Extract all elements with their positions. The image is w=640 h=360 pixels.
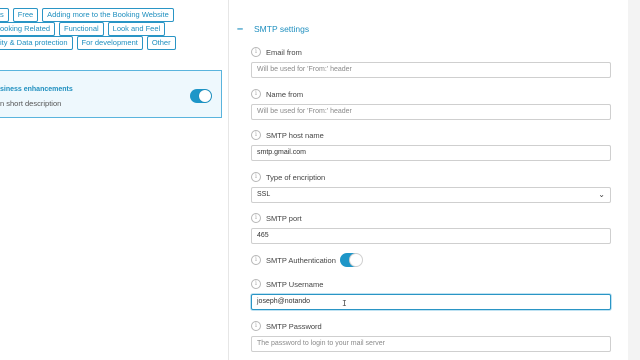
section-title: SMTP settings: [254, 24, 310, 34]
email-from-input[interactable]: Will be used for 'From:' header: [251, 62, 611, 78]
smtp-settings-panel: – SMTP settings i Email from Will be use…: [228, 0, 628, 360]
tag-functional[interactable]: Functional: [59, 22, 104, 36]
field-label: Type of encription: [266, 172, 326, 182]
field-label: SMTP Username: [266, 279, 324, 289]
smtp-port-input[interactable]: 465: [251, 228, 611, 244]
tag-adding-more[interactable]: Adding more to the Booking Website: [42, 8, 174, 22]
input-value: joseph@notando: [257, 298, 311, 305]
field-encryption: i Type of encription SSL ⌄: [251, 171, 611, 203]
info-icon[interactable]: i: [251, 172, 261, 182]
field-email-from: i Email from Will be used for 'From:' he…: [251, 46, 611, 78]
field-label: SMTP host name: [266, 130, 324, 140]
field-smtp-username: i SMTP Username joseph@notando I: [251, 278, 611, 310]
tag-look-and-feel[interactable]: Look and Feel: [107, 22, 166, 36]
field-label: Email from: [266, 47, 302, 57]
field-label: Name from: [266, 89, 304, 99]
info-icon[interactable]: i: [251, 321, 261, 331]
field-smtp-auth: i SMTP Authentication: [251, 253, 611, 267]
field-smtp-port: i SMTP port 465: [251, 212, 611, 244]
field-smtp-host: i SMTP host name smtp.gmail.com: [251, 129, 611, 161]
encryption-select[interactable]: SSL ⌄: [251, 187, 611, 203]
info-icon[interactable]: i: [251, 255, 261, 265]
info-icon[interactable]: i: [251, 213, 261, 223]
text-cursor-icon: I: [342, 299, 347, 308]
field-name-from: i Name from Will be used for 'From:' hea…: [251, 88, 611, 120]
smtp-host-input[interactable]: smtp.gmail.com: [251, 145, 611, 161]
name-from-input[interactable]: Will be used for 'From:' header: [251, 104, 611, 120]
tag-row-2: ooking Related Functional Look and Feel: [0, 22, 166, 36]
tag-for-development[interactable]: For development: [76, 36, 143, 50]
tag-row-1: s Free Adding more to the Booking Websit…: [0, 8, 174, 22]
field-label: SMTP Password: [266, 321, 322, 331]
tag-row-3: ity & Data protection For development Ot…: [0, 36, 176, 50]
info-icon[interactable]: i: [251, 89, 261, 99]
field-label: SMTP Authentication: [266, 255, 336, 265]
info-icon[interactable]: i: [251, 279, 261, 289]
field-label: SMTP port: [266, 213, 302, 223]
tag-partial[interactable]: s: [0, 8, 9, 22]
tag-booking-related[interactable]: ooking Related: [0, 22, 56, 36]
smtp-username-input[interactable]: joseph@notando I: [251, 294, 611, 310]
tag-other[interactable]: Other: [146, 36, 176, 50]
selected-value: SSL: [257, 191, 271, 198]
scrollbar[interactable]: [628, 0, 640, 360]
collapse-icon[interactable]: –: [237, 23, 249, 35]
card-enable-toggle[interactable]: [190, 89, 212, 103]
extension-list: s Free Adding more to the Booking Websit…: [0, 0, 232, 360]
tag-security-data[interactable]: ity & Data protection: [0, 36, 73, 50]
chevron-down-icon: ⌄: [598, 190, 605, 199]
info-icon[interactable]: i: [251, 47, 261, 57]
extension-card[interactable]: siness enhancements n short description: [0, 70, 222, 118]
smtp-auth-toggle[interactable]: [339, 253, 363, 267]
tag-free[interactable]: Free: [12, 8, 39, 22]
card-description: n short description: [0, 99, 62, 108]
smtp-password-input[interactable]: The password to login to your mail serve…: [251, 336, 611, 352]
card-title: siness enhancements: [0, 86, 73, 93]
field-smtp-password: i SMTP Password The password to login to…: [251, 320, 611, 352]
smtp-section-header[interactable]: – SMTP settings: [237, 22, 309, 36]
info-icon[interactable]: i: [251, 130, 261, 140]
